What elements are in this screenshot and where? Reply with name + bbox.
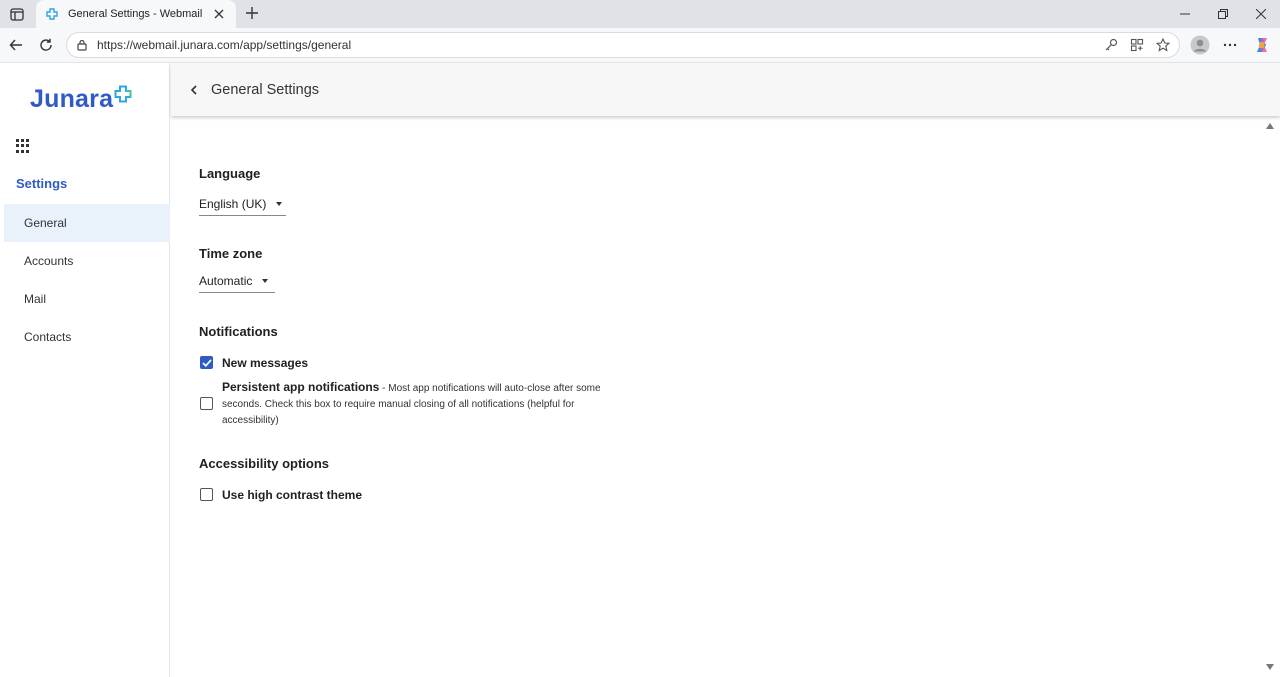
- back-arrow-icon[interactable]: [6, 35, 26, 55]
- page-title: General Settings: [211, 81, 320, 98]
- sidebar-item-contacts[interactable]: Contacts: [4, 318, 170, 356]
- browser-address-bar: https://webmail.junara.com/app/settings/…: [0, 28, 1280, 63]
- profile-avatar-icon[interactable]: [1189, 34, 1211, 56]
- app-launcher-icon[interactable]: [16, 139, 30, 153]
- junara-favicon-icon: [46, 8, 58, 20]
- language-title: Language: [199, 166, 261, 181]
- new-tab-icon[interactable]: [242, 3, 262, 23]
- scroll-down-arrow-icon[interactable]: [1265, 662, 1275, 672]
- checkmark-icon: [201, 358, 212, 367]
- high-contrast-checkbox[interactable]: [200, 488, 213, 501]
- key-icon[interactable]: [1103, 37, 1119, 53]
- language-value: English (UK): [199, 196, 267, 211]
- new-messages-checkbox[interactable]: [200, 356, 213, 369]
- browser-tab-bar: General Settings - Webmail: [0, 0, 1280, 28]
- favorite-star-icon[interactable]: [1155, 37, 1171, 53]
- timezone-title: Time zone: [199, 246, 263, 261]
- logo-text: Junara: [30, 84, 114, 113]
- high-contrast-label: Use high contrast theme: [222, 488, 363, 502]
- timezone-value: Automatic: [199, 273, 253, 288]
- restore-icon[interactable]: [1204, 0, 1242, 28]
- more-options-icon[interactable]: [1219, 34, 1241, 56]
- browser-tab[interactable]: General Settings - Webmail: [36, 0, 236, 28]
- window-controls: [1166, 0, 1280, 28]
- tab-actions-icon[interactable]: [6, 3, 28, 25]
- caret-down-icon: [276, 201, 283, 206]
- settings-sidebar: Junara Settings General Accounts Mail Co…: [4, 63, 170, 677]
- extensions-icon[interactable]: [1129, 37, 1145, 53]
- caret-down-icon: [262, 278, 269, 283]
- junara-logo[interactable]: Junara: [30, 83, 132, 115]
- accessibility-title: Accessibility options: [199, 456, 330, 471]
- sidebar-heading: Settings: [16, 176, 68, 191]
- scroll-up-arrow-icon[interactable]: [1265, 121, 1275, 131]
- tab-title: General Settings - Webmail: [68, 8, 203, 20]
- back-chevron-icon[interactable]: [187, 83, 201, 97]
- page-header: General Settings: [171, 63, 1280, 116]
- persistent-notifications-checkbox[interactable]: [200, 397, 213, 410]
- timezone-select[interactable]: Automatic: [199, 269, 275, 293]
- persistent-notifications-label: Persistent app notifications: [222, 380, 380, 394]
- url-bar[interactable]: https://webmail.junara.com/app/settings/…: [66, 32, 1180, 58]
- minimize-icon[interactable]: [1166, 0, 1204, 28]
- tab-close-icon[interactable]: [212, 7, 226, 21]
- logo-cross-icon: [114, 85, 132, 103]
- copilot-icon[interactable]: [1251, 34, 1273, 56]
- notifications-title: Notifications: [199, 324, 278, 339]
- url-text: https://webmail.junara.com/app/settings/…: [97, 38, 352, 52]
- site-info-icon[interactable]: [75, 38, 89, 52]
- close-window-icon[interactable]: [1242, 0, 1280, 28]
- persistent-notifications-text: Persistent app notifications - Most app …: [222, 379, 602, 429]
- settings-nav: General Accounts Mail Contacts: [4, 204, 170, 356]
- sidebar-item-accounts[interactable]: Accounts: [4, 242, 170, 280]
- reload-icon[interactable]: [36, 35, 56, 55]
- sidebar-item-mail[interactable]: Mail: [4, 280, 170, 318]
- new-messages-label: New messages: [222, 356, 309, 370]
- sidebar-item-general[interactable]: General: [4, 204, 170, 242]
- language-select[interactable]: English (UK): [199, 192, 286, 216]
